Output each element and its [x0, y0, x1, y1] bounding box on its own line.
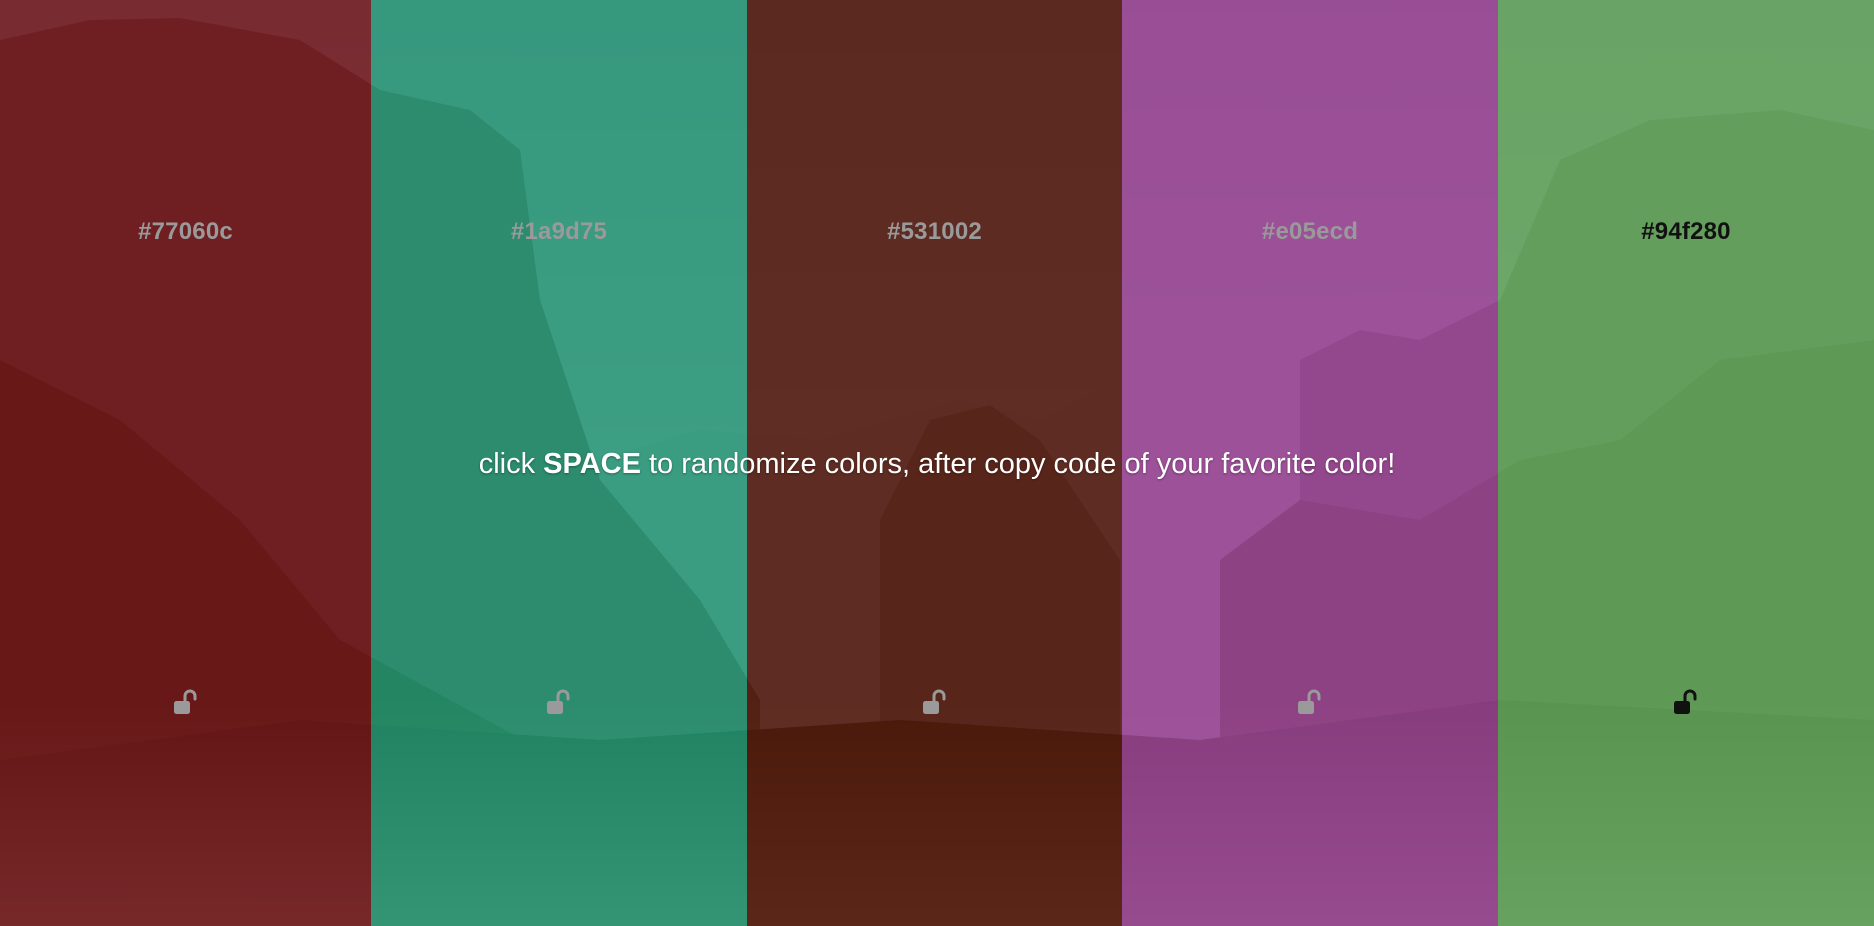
hex-code[interactable]: #94f280	[1498, 218, 1874, 246]
hex-code[interactable]: #1a9d75	[371, 218, 747, 246]
unlock-icon[interactable]	[1671, 688, 1701, 718]
unlock-icon[interactable]	[544, 688, 574, 718]
hex-code[interactable]: #e05ecd	[1122, 218, 1498, 246]
hex-code[interactable]: #77060c	[0, 218, 371, 246]
color-column: #1a9d75	[371, 0, 747, 926]
color-column: #94f280	[1498, 0, 1874, 926]
unlock-icon[interactable]	[920, 688, 950, 718]
unlock-icon[interactable]	[1295, 688, 1325, 718]
unlock-icon[interactable]	[171, 688, 201, 718]
color-column: #531002	[747, 0, 1122, 926]
color-column: #77060c	[0, 0, 371, 926]
palette-generator: #77060c #1a9d75 #531002 #e05ecd #94f280 …	[0, 0, 1874, 926]
color-column: #e05ecd	[1122, 0, 1498, 926]
hex-code[interactable]: #531002	[747, 218, 1122, 246]
color-columns: #77060c #1a9d75 #531002 #e05ecd #94f280	[0, 0, 1874, 926]
